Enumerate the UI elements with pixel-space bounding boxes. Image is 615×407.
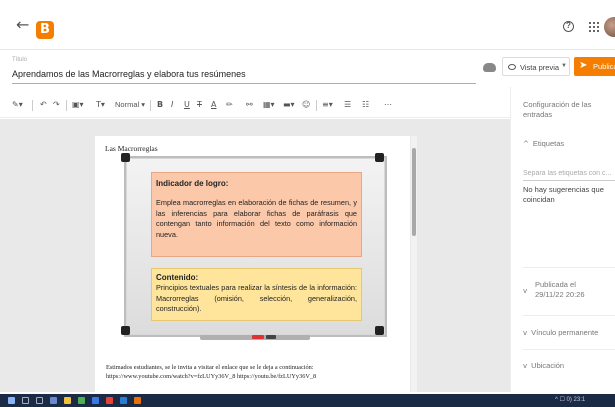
black-marker <box>266 335 276 339</box>
taskbar-app-icon[interactable] <box>134 397 141 404</box>
pencil-mode-icon[interactable]: ✎▾ <box>12 100 23 110</box>
bulleted-list-icon[interactable]: ☷ <box>362 100 369 110</box>
taskbar-app-icon[interactable] <box>120 397 127 404</box>
title-underline <box>12 83 476 84</box>
panel-divider <box>523 315 615 316</box>
footer-link[interactable]: https://www.youtube.com/watch?v=fzLUYy36… <box>106 373 396 382</box>
content-box: Contenido: Principios textuales para rea… <box>151 268 362 321</box>
user-avatar-icon[interactable] <box>604 17 615 37</box>
board-corner <box>375 153 384 162</box>
post-title-input[interactable]: Aprendamos de las Macrorreglas y elabora… <box>12 69 246 79</box>
apps-grid-icon[interactable] <box>589 22 599 32</box>
arrow-left-icon[interactable]: ← <box>16 15 29 34</box>
image-icon[interactable]: ▦▾ <box>263 100 275 110</box>
send-icon: ➤ <box>579 60 588 71</box>
permalink-label: Vínculo permanente <box>531 328 599 337</box>
italic-icon[interactable]: I <box>171 100 173 110</box>
board-corner <box>375 326 384 335</box>
title-field-label: Título <box>12 57 28 63</box>
document-footer: Estimados estudiantes, se le invita a vi… <box>106 364 396 381</box>
taskbar-app-icon[interactable] <box>78 397 85 404</box>
content-title: Contenido: <box>156 273 199 282</box>
toolbar-divider <box>316 100 317 111</box>
font-size-icon[interactable]: T▾ <box>96 100 105 110</box>
labels-header-text: Etiquetas <box>532 139 565 148</box>
chevron-up-icon: ^ <box>523 140 529 148</box>
highlight-icon[interactable]: ✏ <box>226 100 233 110</box>
text-color-icon[interactable]: A <box>211 100 216 110</box>
align-icon[interactable]: ≡▾ <box>322 100 333 110</box>
location-label: Ubicación <box>531 361 565 370</box>
cloud-saved-icon <box>483 63 496 72</box>
redo-icon[interactable]: ↷ <box>53 100 60 110</box>
paragraph-style-select[interactable]: Normal ▾ <box>115 100 145 110</box>
strikethrough-icon[interactable]: T <box>197 100 202 110</box>
indicator-box: Indicador de logro: Emplea macrorreglas … <box>151 172 362 257</box>
taskbar-app-icon[interactable] <box>50 397 57 404</box>
file-explorer-icon[interactable] <box>64 397 71 404</box>
paragraph-style-label: Normal <box>115 100 140 109</box>
indicator-text: Emplea macrorreglas en elaboración de fi… <box>156 198 357 239</box>
toolbar-divider <box>32 100 33 111</box>
location-section[interactable]: v Ubicación <box>523 361 564 371</box>
system-tray[interactable]: ^ ☐ 0) 23:1 <box>555 396 585 403</box>
chrome-icon[interactable] <box>106 397 113 404</box>
labels-input[interactable]: Separa las etiquetas con c... <box>523 170 615 181</box>
board-corner <box>121 326 130 335</box>
taskbar-app-icon[interactable] <box>92 397 99 404</box>
publish-label: Publicar <box>593 62 615 71</box>
no-suggestions-text: No hay sugerencias que coincidan <box>523 185 604 204</box>
bold-icon[interactable]: B <box>157 100 163 110</box>
footer-line-1: Estimados estudiantes, se le invita a vi… <box>106 364 314 371</box>
chevron-down-icon: v <box>523 287 528 295</box>
video-icon[interactable]: ▬▾ <box>283 100 295 110</box>
indicator-title: Indicador de logro: <box>156 179 229 188</box>
emoji-icon[interactable]: ☺ <box>302 100 310 110</box>
published-label: Publicada el <box>535 280 576 289</box>
settings-title: Configuración de las entradas <box>523 100 592 119</box>
eye-icon <box>508 64 516 70</box>
panel-divider <box>523 349 615 350</box>
underline-icon[interactable]: U <box>184 100 190 110</box>
content-text: Principios textuales para realizar la sí… <box>156 283 357 313</box>
chevron-down-icon: v <box>523 362 528 370</box>
board-corner <box>121 153 130 162</box>
labels-section-header[interactable]: ^ Etiquetas <box>523 139 564 149</box>
blogger-logo-icon[interactable]: B <box>36 21 54 39</box>
os-taskbar: ^ ☐ 0) 23:1 <box>0 394 615 407</box>
preview-button[interactable]: Vista previa ▼ <box>502 57 570 76</box>
editor-scrollbar-thumb[interactable] <box>412 148 416 236</box>
document-heading: Las Macrorreglas <box>105 144 158 153</box>
published-section[interactable]: v Publicada el 29/11/22 20:26 <box>523 280 585 300</box>
windows-start-icon[interactable] <box>8 397 15 404</box>
chevron-down-icon: v <box>523 329 528 337</box>
panel-divider <box>523 267 615 268</box>
permalink-section[interactable]: v Vínculo permanente <box>523 328 598 338</box>
task-view-icon[interactable] <box>36 397 43 404</box>
chevron-down-icon[interactable]: ▼ <box>561 63 567 69</box>
help-circle-icon[interactable]: ? <box>563 21 574 32</box>
toolbar-divider <box>150 100 151 111</box>
post-settings-panel: Configuración de las entradas ^ Etiquetas… <box>510 87 615 392</box>
numbered-list-icon[interactable]: ☰ <box>344 100 351 110</box>
undo-icon[interactable]: ↶ <box>40 100 47 110</box>
preview-label: Vista previa <box>520 63 560 72</box>
publish-button[interactable]: ➤ Publicar <box>574 57 615 76</box>
blogger-editor: ← B ? Título Aprendamos de las Macrorreg… <box>0 0 615 407</box>
toolbar-divider <box>66 100 67 111</box>
published-date: 29/11/22 20:26 <box>535 290 585 299</box>
insert-image-icon[interactable]: ▣▾ <box>72 100 84 110</box>
formatting-toolbar: ✎▾ ↶ ↷ ▣▾ T▾ Normal ▾ B I U T A ✏ ⚯ ▦▾ ▬… <box>0 92 510 118</box>
link-icon[interactable]: ⚯ <box>246 100 253 110</box>
search-icon[interactable] <box>22 397 29 404</box>
top-bar: ← B ? <box>0 0 615 50</box>
more-options-icon[interactable]: ⋯ <box>384 100 392 110</box>
red-marker <box>252 335 264 339</box>
